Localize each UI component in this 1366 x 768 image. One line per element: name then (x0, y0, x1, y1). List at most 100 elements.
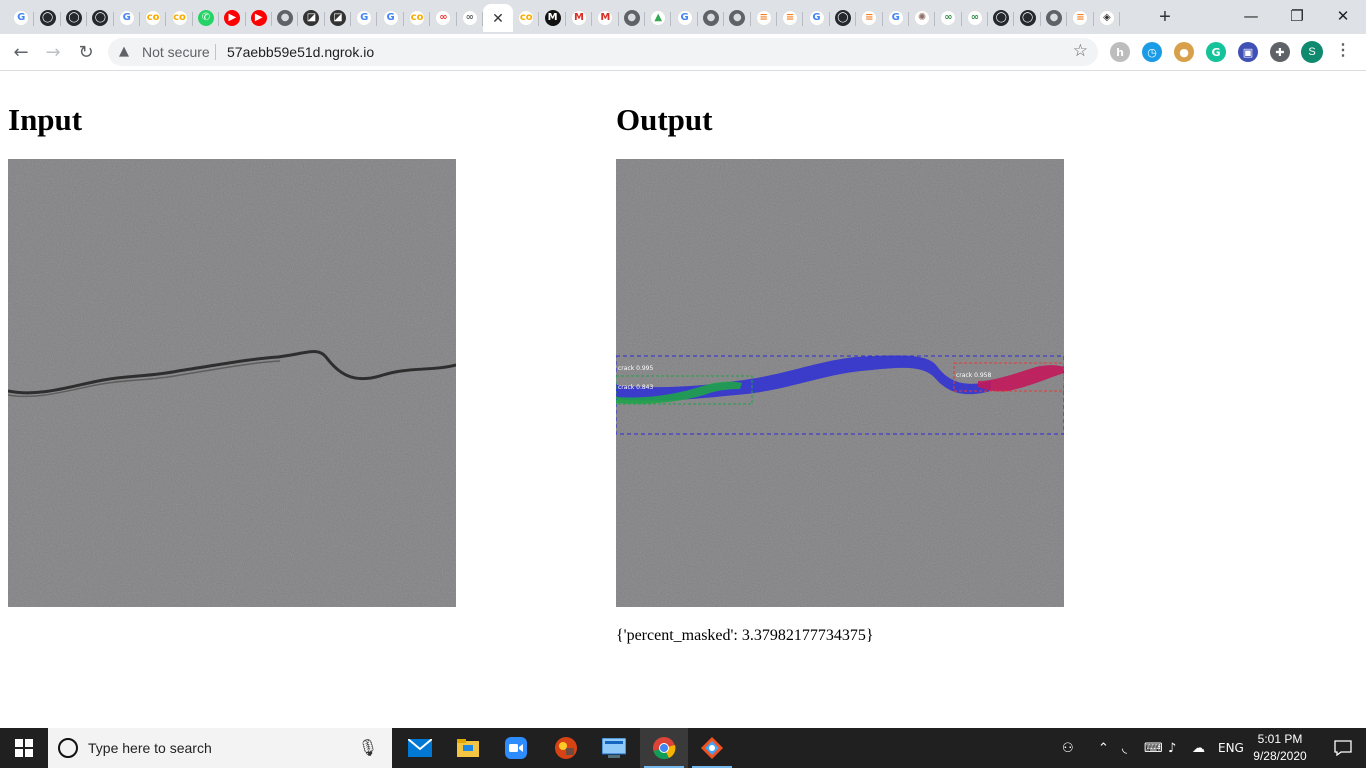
browser-tab[interactable]: ◯ (87, 4, 114, 32)
browser-tab[interactable]: G (377, 4, 405, 32)
browser-tab[interactable]: ◯ (34, 4, 62, 32)
show-hidden-icons-icon[interactable]: ⌃ (1098, 728, 1109, 768)
github-icon: ◯ (834, 10, 851, 26)
browser-tab[interactable]: ◯ (1014, 4, 1042, 32)
google-icon: G (676, 10, 693, 26)
browser-tab[interactable]: G (803, 4, 831, 32)
browser-tab[interactable]: co (166, 4, 194, 32)
browser-tab[interactable]: ◈ (1094, 4, 1121, 32)
bus-extension-icon[interactable]: ▣ (1238, 42, 1258, 62)
browser-tab[interactable]: ≡ (1067, 4, 1095, 32)
security-label[interactable]: Not secure (142, 44, 210, 60)
bookmark-star-icon[interactable]: ☆ (1073, 41, 1088, 61)
back-button[interactable]: ← (8, 39, 34, 65)
browser-tab[interactable]: ≡ (751, 4, 778, 32)
grammarly-icon[interactable]: G (1206, 42, 1226, 62)
browser-tab[interactable]: ◪ (298, 4, 326, 32)
zoom-app-icon[interactable] (492, 728, 540, 768)
onedrive-icon[interactable]: ☁ (1192, 728, 1205, 768)
browser-tab[interactable]: ≡ (777, 4, 804, 32)
forward-button[interactable]: → (40, 39, 66, 65)
globe-icon: ● (1046, 10, 1063, 26)
browser-tab[interactable]: ▶ (219, 4, 246, 32)
google-icon: G (118, 10, 135, 26)
browser-tab[interactable]: ◯ (988, 4, 1015, 32)
browser-tab[interactable]: ≡ (856, 4, 883, 32)
close-window-button[interactable]: ✕ (1320, 0, 1366, 32)
input-heading: Input (8, 102, 83, 137)
browser-tab[interactable]: ∞ (457, 4, 484, 32)
new-tab-button[interactable]: + (1153, 6, 1177, 28)
taskbar-search-box[interactable]: Type here to search 🎙 (48, 728, 392, 768)
browser-tab[interactable]: G (671, 4, 699, 32)
mail-app-icon[interactable] (396, 728, 444, 768)
volume-icon[interactable]: ♪ (1168, 728, 1176, 768)
browser-tab[interactable]: G (114, 4, 141, 32)
browser-tab[interactable]: ∞ (935, 4, 963, 32)
browser-tab[interactable]: ∞ (430, 4, 458, 32)
browser-tab[interactable]: G (351, 4, 378, 32)
tab-close-icon[interactable]: ✕ (492, 10, 504, 27)
git-app-icon[interactable] (688, 728, 736, 768)
browser-tab[interactable]: ● (724, 4, 751, 32)
browser-tab[interactable]: ● (272, 4, 299, 32)
infinity-icon: ∞ (435, 10, 452, 26)
globe-icon: ● (623, 10, 640, 26)
chrome-taskbar-icon[interactable] (640, 728, 688, 768)
browser-tab[interactable]: ● (1041, 4, 1068, 32)
browser-tab[interactable]: ▶ (246, 4, 273, 32)
control-panel-icon[interactable] (590, 728, 638, 768)
infinity-icon: ∞ (461, 10, 478, 26)
detection-label-2: crack 0.843 (618, 384, 653, 391)
google-icon: G (808, 10, 825, 26)
browser-tab[interactable]: ● (698, 4, 725, 32)
colab-icon: co (518, 10, 535, 26)
browser-menu-icon[interactable]: ⋮ (1335, 40, 1351, 60)
browser-tab[interactable]: G (8, 4, 35, 32)
puzzle-extensions-icon[interactable]: ✚ (1270, 42, 1290, 62)
colab-icon: co (171, 10, 188, 26)
browser-tab[interactable]: ◯ (61, 4, 88, 32)
browser-tab[interactable]: ● (619, 4, 646, 32)
geeksforgeeks-icon: ∞ (966, 10, 983, 26)
browser-tab[interactable]: M (566, 4, 593, 32)
browser-tab[interactable]: ◯ (830, 4, 857, 32)
browser-tab[interactable]: ✺ (909, 4, 936, 32)
cookie-extension-icon[interactable]: ● (1174, 42, 1194, 62)
browser-tab[interactable]: ∞ (962, 4, 989, 32)
browser-toolbar: ← → ↻ ▲ Not secure 57aebb59e51d.ngrok.io… (0, 34, 1366, 71)
browser-tab[interactable]: G (883, 4, 910, 32)
extension-h-icon[interactable]: h (1110, 42, 1130, 62)
file-explorer-icon[interactable] (444, 728, 492, 768)
input-indicator-icon[interactable]: ⌨ (1144, 728, 1163, 768)
people-icon[interactable]: ⚇ (1062, 728, 1074, 768)
address-bar[interactable]: ▲ Not secure 57aebb59e51d.ngrok.io ☆ (108, 38, 1098, 66)
github-icon: ◯ (92, 10, 109, 26)
browser-tab[interactable]: co (513, 4, 540, 32)
notification-center-button[interactable] (1320, 728, 1366, 768)
gmail-icon: M (571, 10, 587, 26)
browser-tab[interactable]: M (592, 4, 619, 32)
browser-tab[interactable]: ◪ (325, 4, 352, 32)
start-button[interactable] (0, 728, 48, 768)
warning-icon[interactable]: ▲ (119, 44, 129, 59)
browser-tab[interactable]: M (539, 4, 567, 32)
system-clock[interactable]: 5:01 PM 9/28/2020 (1240, 731, 1320, 765)
minimize-button[interactable]: — (1228, 0, 1274, 32)
clock-extension-icon[interactable]: ◷ (1142, 42, 1162, 62)
url-text[interactable]: 57aebb59e51d.ngrok.io (227, 44, 374, 60)
browser-tab[interactable]: ✕ (483, 4, 514, 32)
browser-tab[interactable]: ✆ (193, 4, 220, 32)
browser-tab[interactable]: ▲ (645, 4, 672, 32)
microphone-icon[interactable]: 🎙 (358, 738, 378, 757)
diamond-icon: ◈ (1098, 10, 1115, 26)
wifi-icon[interactable]: ◟ (1122, 728, 1127, 768)
restore-button[interactable]: ❐ (1274, 0, 1320, 32)
medium-icon: M (544, 10, 561, 26)
game-app-icon[interactable] (542, 728, 590, 768)
browser-tab[interactable]: co (404, 4, 431, 32)
profile-avatar[interactable]: S (1301, 41, 1323, 63)
reload-button[interactable]: ↻ (73, 39, 99, 65)
windows-logo-icon (15, 739, 33, 757)
browser-tab[interactable]: co (140, 4, 167, 32)
